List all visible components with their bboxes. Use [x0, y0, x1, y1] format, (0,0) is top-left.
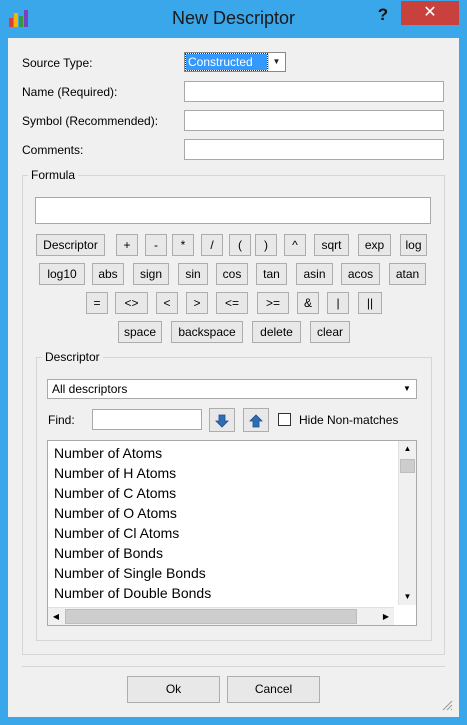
sqrt-button[interactable]: sqrt [314, 234, 349, 256]
less-than-button[interactable]: < [156, 292, 178, 314]
log10-button[interactable]: log10 [39, 263, 85, 285]
list-item[interactable]: Number of O Atoms [54, 503, 211, 523]
vertical-scroll-thumb[interactable] [400, 459, 415, 473]
symbol-field[interactable] [184, 110, 444, 131]
source-type-select[interactable]: Constructed ▼ [184, 52, 286, 72]
window-title: New Descriptor [171, 8, 296, 28]
dialog-window: New Descriptor ? ✕ Source Type: Construc… [0, 0, 467, 725]
arrow-up-icon [249, 414, 263, 428]
list-item[interactable]: Number of Atoms [54, 443, 211, 463]
minus-button[interactable]: - [145, 234, 167, 256]
cos-button[interactable]: cos [216, 263, 248, 285]
log-button[interactable]: log [400, 234, 427, 256]
list-item[interactable]: Number of Bonds [54, 543, 211, 563]
scroll-left-icon[interactable]: ◀ [48, 608, 64, 625]
find-label: Find: [48, 413, 75, 427]
comments-field[interactable] [184, 139, 444, 160]
descriptor-list[interactable]: Number of Atoms Number of H Atoms Number… [47, 440, 417, 626]
descriptor-filter-select[interactable]: All descriptors ▼ [47, 379, 417, 399]
close-paren-button[interactable]: ) [255, 234, 277, 256]
abs-button[interactable]: abs [92, 263, 124, 285]
scroll-right-icon[interactable]: ▶ [378, 608, 394, 625]
scroll-down-icon[interactable]: ▼ [399, 589, 416, 605]
atan-button[interactable]: atan [389, 263, 426, 285]
formula-input[interactable] [35, 197, 431, 224]
list-item[interactable]: Number of Cl Atoms [54, 523, 211, 543]
name-field[interactable] [184, 81, 444, 102]
exp-button[interactable]: exp [358, 234, 391, 256]
list-item[interactable]: Number of C Atoms [54, 483, 211, 503]
ok-button[interactable]: Ok [127, 676, 220, 703]
divide-button[interactable]: / [201, 234, 223, 256]
descriptor-list-items: Number of Atoms Number of H Atoms Number… [54, 443, 211, 623]
clear-button[interactable]: clear [310, 321, 350, 343]
descriptor-group-title: Descriptor [42, 350, 103, 364]
equals-button[interactable]: = [86, 292, 108, 314]
horizontal-scrollbar[interactable]: ◀ ▶ [48, 607, 394, 625]
title-bar[interactable]: New Descriptor ? ✕ [0, 0, 467, 38]
arrow-down-icon [215, 414, 229, 428]
plus-button[interactable]: + [116, 234, 138, 256]
descriptor-button[interactable]: Descriptor [36, 234, 105, 256]
help-button[interactable]: ? [370, 3, 396, 27]
open-paren-button[interactable]: ( [229, 234, 251, 256]
close-button[interactable]: ✕ [401, 1, 459, 25]
cancel-button[interactable]: Cancel [227, 676, 320, 703]
asin-button[interactable]: asin [296, 263, 333, 285]
double-or-button[interactable]: || [358, 292, 382, 314]
formula-group-title: Formula [28, 168, 79, 182]
resize-grip-icon[interactable] [441, 699, 453, 711]
or-button[interactable]: | [327, 292, 349, 314]
list-item[interactable]: Number of H Atoms [54, 463, 211, 483]
list-item[interactable]: Number of Single Bonds [54, 563, 211, 583]
chevron-down-icon[interactable]: ▼ [268, 54, 284, 70]
horizontal-scroll-thumb[interactable] [65, 609, 357, 624]
greater-than-button[interactable]: > [186, 292, 208, 314]
less-equal-button[interactable]: <= [216, 292, 248, 314]
power-button[interactable]: ^ [284, 234, 306, 256]
and-button[interactable]: & [297, 292, 319, 314]
descriptor-filter-value: All descriptors [52, 382, 128, 396]
dialog-body: Source Type: Constructed ▼ Name (Require… [8, 38, 459, 717]
list-item[interactable]: Number of Double Bonds [54, 583, 211, 603]
footer-divider [22, 666, 445, 667]
tan-button[interactable]: tan [256, 263, 287, 285]
scroll-up-icon[interactable]: ▲ [399, 441, 416, 457]
hide-nonmatches-checkbox[interactable] [278, 413, 291, 426]
sin-button[interactable]: sin [178, 263, 208, 285]
greater-equal-button[interactable]: >= [257, 292, 289, 314]
space-button[interactable]: space [118, 321, 162, 343]
sign-button[interactable]: sign [133, 263, 169, 285]
vertical-scrollbar[interactable]: ▲ ▼ [398, 441, 416, 605]
source-type-label: Source Type: [22, 56, 93, 70]
chevron-down-icon[interactable]: ▼ [400, 382, 414, 396]
acos-button[interactable]: acos [341, 263, 380, 285]
find-input[interactable] [92, 409, 202, 430]
backspace-button[interactable]: backspace [171, 321, 243, 343]
name-label: Name (Required): [22, 85, 118, 99]
delete-button[interactable]: delete [252, 321, 301, 343]
hide-nonmatches-label: Hide Non-matches [299, 413, 399, 427]
symbol-label: Symbol (Recommended): [22, 114, 159, 128]
find-next-button[interactable] [209, 408, 235, 432]
multiply-button[interactable]: * [172, 234, 194, 256]
source-type-value: Constructed [185, 53, 268, 71]
find-previous-button[interactable] [243, 408, 269, 432]
not-equal-button[interactable]: <> [115, 292, 148, 314]
comments-label: Comments: [22, 143, 84, 157]
